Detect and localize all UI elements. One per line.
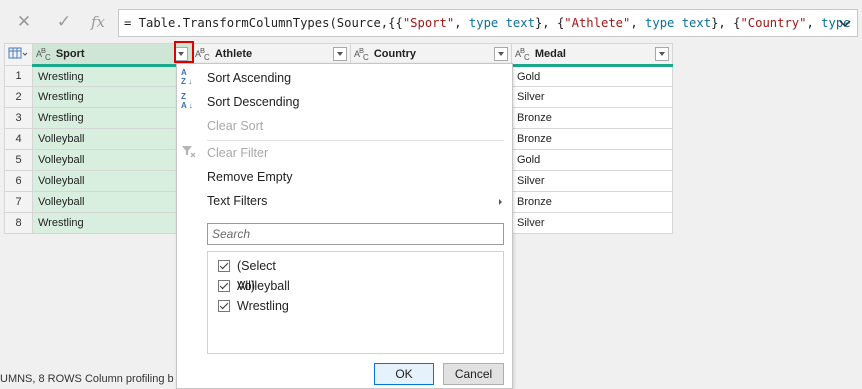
column-header-sport[interactable]: ABC Sport: [32, 43, 192, 67]
filter-values-list: (Select All) Volleyball Wrestling: [207, 251, 504, 354]
cell-medal[interactable]: Gold: [511, 65, 673, 87]
row-number: 7: [4, 191, 33, 213]
cell-medal[interactable]: Bronze: [511, 191, 673, 213]
cell-medal[interactable]: Silver: [511, 212, 673, 234]
text-type-icon[interactable]: ABC: [354, 46, 369, 62]
check-icon[interactable]: ✓: [52, 11, 76, 33]
filter-dropdown-button[interactable]: [333, 47, 347, 61]
cell-sport[interactable]: Volleyball: [32, 170, 192, 192]
column-label: Medal: [534, 48, 566, 60]
menu-item-clear-filter[interactable]: Clear Filter: [177, 141, 512, 165]
cell-medal[interactable]: Silver: [511, 170, 673, 192]
row-number: 4: [4, 128, 33, 150]
row-number: 2: [4, 86, 33, 108]
row-number: 5: [4, 149, 33, 171]
column-header-medal[interactable]: ABC Medal: [511, 43, 673, 67]
filter-dropdown-button[interactable]: [174, 47, 188, 61]
menu-item-clear-sort[interactable]: Clear Sort: [177, 114, 512, 138]
checkbox[interactable]: [218, 300, 230, 312]
row-number: 1: [4, 65, 33, 87]
text-type-icon[interactable]: ABC: [195, 46, 210, 62]
menu-item-sort-ascending[interactable]: AZ ↓ Sort Ascending: [177, 66, 512, 90]
sort-ascending-icon: AZ ↓: [181, 68, 193, 86]
cancel-button[interactable]: Cancel: [443, 363, 504, 385]
close-icon[interactable]: ✕: [12, 11, 36, 33]
cell-sport[interactable]: Wrestling: [32, 107, 192, 129]
clear-filter-icon: [181, 143, 199, 163]
cell-sport[interactable]: Wrestling: [32, 65, 192, 87]
column-label: Sport: [55, 48, 85, 60]
filter-dropdown-button[interactable]: [494, 47, 508, 61]
row-number: 8: [4, 212, 33, 234]
cell-medal[interactable]: Bronze: [511, 128, 673, 150]
cell-sport[interactable]: Wrestling: [32, 86, 192, 108]
cell-sport[interactable]: Volleyball: [32, 191, 192, 213]
cell-medal[interactable]: Gold: [511, 149, 673, 171]
column-filter-menu: AZ ↓ Sort Ascending ZA ↓ Sort Descending C…: [176, 63, 513, 389]
row-number: 3: [4, 107, 33, 129]
submenu-arrow-icon: [499, 199, 502, 205]
cell-sport[interactable]: Wrestling: [32, 212, 192, 234]
cell-sport[interactable]: Volleyball: [32, 149, 192, 171]
filter-dropdown-button[interactable]: [655, 47, 669, 61]
column-label: Country: [373, 48, 416, 60]
cell-medal[interactable]: Bronze: [511, 107, 673, 129]
menu-item-text-filters[interactable]: Text Filters: [177, 189, 512, 213]
cell-medal[interactable]: Silver: [511, 86, 673, 108]
checkbox[interactable]: [218, 280, 230, 292]
checkbox[interactable]: [218, 260, 230, 272]
formula-input[interactable]: = Table.TransformColumnTypes(Source,{{"S…: [118, 9, 858, 37]
fx-icon[interactable]: fx: [86, 11, 110, 33]
text-type-icon[interactable]: ABC: [515, 46, 530, 62]
sort-descending-icon: ZA ↓: [181, 92, 193, 110]
formula-bar: ✕ ✓ fx = Table.TransformColumnTypes(Sour…: [0, 0, 862, 43]
chevron-down-icon[interactable]: [837, 15, 853, 31]
cell-sport[interactable]: Volleyball: [32, 128, 192, 150]
search-input[interactable]: Search: [207, 223, 504, 245]
column-label: Athlete: [214, 48, 253, 60]
menu-item-sort-descending[interactable]: ZA ↓ Sort Descending: [177, 90, 512, 114]
formula-bar-icons: ✕ ✓ fx: [0, 5, 116, 39]
row-number: 6: [4, 170, 33, 192]
table-menu-icon[interactable]: [4, 43, 33, 66]
ok-button[interactable]: OK: [374, 363, 434, 385]
text-type-icon[interactable]: ABC: [36, 46, 51, 62]
menu-item-remove-empty[interactable]: Remove Empty: [177, 165, 512, 189]
status-bar-text: UMNS, 8 ROWS Column profiling b: [0, 373, 174, 385]
